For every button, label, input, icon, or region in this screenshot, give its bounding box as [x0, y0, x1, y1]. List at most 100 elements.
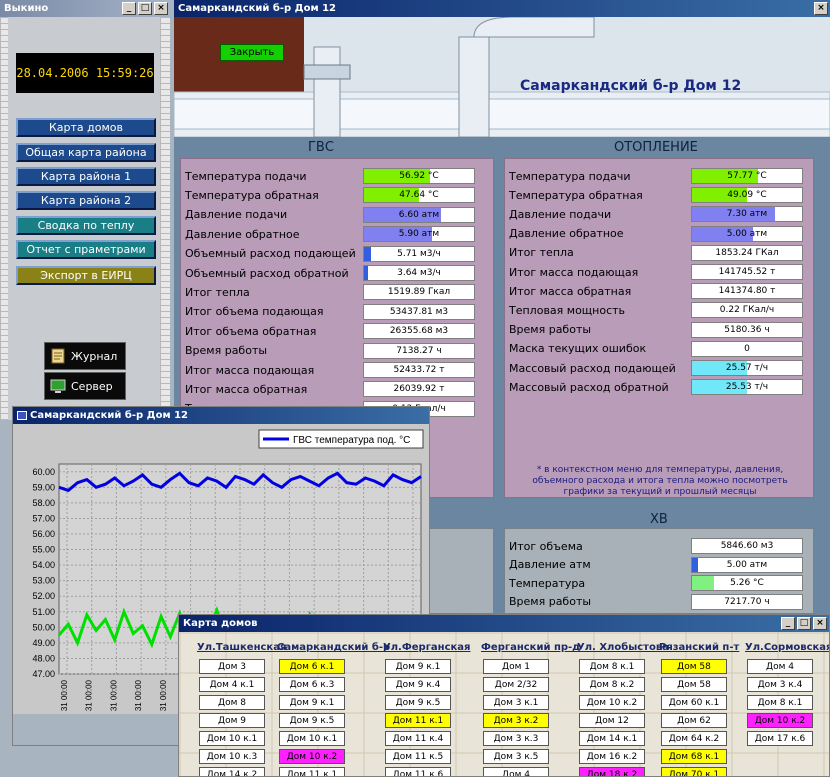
- param-value[interactable]: 47.64 °C: [363, 187, 475, 204]
- map-houses-button[interactable]: Карта домов: [16, 118, 156, 137]
- maximize-button[interactable]: □: [138, 2, 152, 15]
- param-value[interactable]: 5180.36 ч: [691, 321, 803, 338]
- house-button[interactable]: Дом 11 к.4: [385, 731, 451, 746]
- left-window-titlebar[interactable]: Выкино _ □ ×: [0, 0, 170, 17]
- param-value[interactable]: 7.30 атм: [691, 206, 803, 223]
- house-button[interactable]: Дом 9 к.1: [385, 659, 451, 674]
- heat-summary-button[interactable]: Сводка по теплу: [16, 216, 156, 235]
- house-button[interactable]: Дом 3 к.5: [483, 749, 549, 764]
- house-button[interactable]: Дом 3 к.4: [747, 677, 813, 692]
- close-window-button[interactable]: ×: [154, 2, 168, 15]
- house-button[interactable]: Дом 1: [483, 659, 549, 674]
- house-button[interactable]: Дом 9: [199, 713, 265, 728]
- house-button[interactable]: Дом 17 к.6: [747, 731, 813, 746]
- house-button[interactable]: Дом 3 к.1: [483, 695, 549, 710]
- close-button[interactable]: Закрыть: [220, 44, 284, 61]
- house-button[interactable]: Дом 14 к.1: [579, 731, 645, 746]
- param-value[interactable]: 141745.52 т: [691, 264, 803, 280]
- house-button[interactable]: Дом 68 к.1: [661, 749, 727, 764]
- house-button[interactable]: Дом 8 к.2: [579, 677, 645, 692]
- param-value[interactable]: 0: [691, 340, 803, 357]
- house-button[interactable]: Дом 16 к.2: [579, 749, 645, 764]
- house-button[interactable]: Дом 9 к.5: [279, 713, 345, 728]
- param-report-button[interactable]: Отчет с праметрами: [16, 240, 156, 259]
- param-value[interactable]: 6.60 атм: [363, 206, 475, 223]
- house-button[interactable]: Дом 10 к.1: [199, 731, 265, 746]
- house-button[interactable]: Дом 3: [199, 659, 265, 674]
- house-button[interactable]: Дом 3 к.2: [483, 713, 549, 728]
- house-button[interactable]: Дом 10 к.2: [579, 695, 645, 710]
- district-map-2-button[interactable]: Карта района 2: [16, 191, 156, 210]
- param-value[interactable]: 5.90 атм: [363, 226, 475, 243]
- chart-window-titlebar[interactable]: Самаркандский б-р Дом 12: [13, 407, 429, 424]
- house-button[interactable]: Дом 8 к.1: [747, 695, 813, 710]
- district-map-button[interactable]: Общая карта района: [16, 143, 156, 162]
- house-button[interactable]: Дом 60 к.1: [661, 695, 727, 710]
- house-button[interactable]: Дом 8 к.1: [579, 659, 645, 674]
- param-value[interactable]: 57.77 °C: [691, 168, 803, 184]
- param-value[interactable]: 5.00 атм: [691, 556, 803, 573]
- param-value[interactable]: 141374.80 т: [691, 283, 803, 300]
- house-button[interactable]: Дом 9 к.4: [385, 677, 451, 692]
- house-button[interactable]: Дом 11 к.1: [279, 767, 345, 776]
- house-button[interactable]: Дом 10 к.2: [279, 749, 345, 764]
- y-tick-label: 53.00: [32, 576, 55, 586]
- journal-button[interactable]: Журнал: [44, 342, 126, 370]
- district-map-1-button[interactable]: Карта района 1: [16, 167, 156, 186]
- param-value[interactable]: 7217.70 ч: [691, 593, 803, 610]
- house-button[interactable]: Дом 62: [661, 713, 727, 728]
- param-value[interactable]: 56.92 °C: [363, 168, 475, 184]
- param-value[interactable]: 25.57 т/ч: [691, 360, 803, 376]
- param-value[interactable]: 53437.81 м3: [363, 303, 475, 320]
- export-eirc-button[interactable]: Экспорт в ЕИРЦ: [16, 266, 156, 285]
- house-button[interactable]: Дом 8: [199, 695, 265, 710]
- minimize-button[interactable]: _: [781, 617, 795, 630]
- x-tick-label: 31 00:00: [109, 679, 118, 711]
- param-value[interactable]: 26039.92 т: [363, 381, 475, 398]
- house-button[interactable]: Дом 14 к.2: [199, 767, 265, 776]
- minimize-button[interactable]: _: [122, 2, 136, 15]
- param-value[interactable]: 5.71 м3/ч: [363, 245, 475, 262]
- param-value-text: 5.71 м3/ч: [397, 248, 441, 259]
- param-value[interactable]: 3.64 м3/ч: [363, 265, 475, 281]
- param-value[interactable]: 5.00 атм: [691, 225, 803, 242]
- house-button[interactable]: Дом 10 к.1: [279, 731, 345, 746]
- house-button[interactable]: Дом 2/32: [483, 677, 549, 692]
- param-value[interactable]: 1853.24 ГКал: [691, 244, 803, 261]
- house-button[interactable]: Дом 11 к.6: [385, 767, 451, 776]
- server-button[interactable]: Сервер: [44, 372, 126, 400]
- house-button[interactable]: Дом 9 к.1: [279, 695, 345, 710]
- house-button[interactable]: Дом 6 к.3: [279, 677, 345, 692]
- house-button[interactable]: Дом 9 к.5: [385, 695, 451, 710]
- house-button[interactable]: Дом 11 к.5: [385, 749, 451, 764]
- chart-app-icon: [17, 411, 27, 420]
- main-window-titlebar[interactable]: Самаркандский б-р Дом 12 ×: [174, 0, 830, 17]
- house-button[interactable]: Дом 4 к.1: [199, 677, 265, 692]
- param-value[interactable]: 5.26 °C: [691, 575, 803, 591]
- map-window-titlebar[interactable]: Карта домов _ □ ×: [179, 615, 829, 632]
- house-button[interactable]: Дом 4: [483, 767, 549, 776]
- house-button[interactable]: Дом 6 к.1: [279, 659, 345, 674]
- house-button[interactable]: Дом 3 к.3: [483, 731, 549, 746]
- close-window-button[interactable]: ×: [813, 617, 827, 630]
- param-value[interactable]: 26355.68 м3: [363, 323, 475, 340]
- house-button[interactable]: Дом 18 к.2: [579, 767, 645, 776]
- house-button[interactable]: Дом 64 к.2: [661, 731, 727, 746]
- param-value[interactable]: 5846.60 м3: [691, 538, 803, 554]
- param-value[interactable]: 49.09 °C: [691, 187, 803, 204]
- house-button[interactable]: Дом 10 к.2: [747, 713, 813, 728]
- maximize-button[interactable]: □: [797, 617, 811, 630]
- param-value[interactable]: 1519.89 Гкал: [363, 284, 475, 301]
- param-value[interactable]: 25.53 т/ч: [691, 379, 803, 396]
- close-window-button[interactable]: ×: [814, 2, 828, 15]
- param-value[interactable]: 52433.72 т: [363, 362, 475, 378]
- house-button[interactable]: Дом 58: [661, 677, 727, 692]
- house-button[interactable]: Дом 58: [661, 659, 727, 674]
- house-button[interactable]: Дом 11 к.1: [385, 713, 451, 728]
- house-button[interactable]: Дом 12: [579, 713, 645, 728]
- house-button[interactable]: Дом 4: [747, 659, 813, 674]
- house-button[interactable]: Дом 70 к.1: [661, 767, 727, 776]
- house-button[interactable]: Дом 10 к.3: [199, 749, 265, 764]
- param-value[interactable]: 7138.27 ч: [363, 342, 475, 359]
- param-value[interactable]: 0.22 ГКал/ч: [691, 302, 803, 319]
